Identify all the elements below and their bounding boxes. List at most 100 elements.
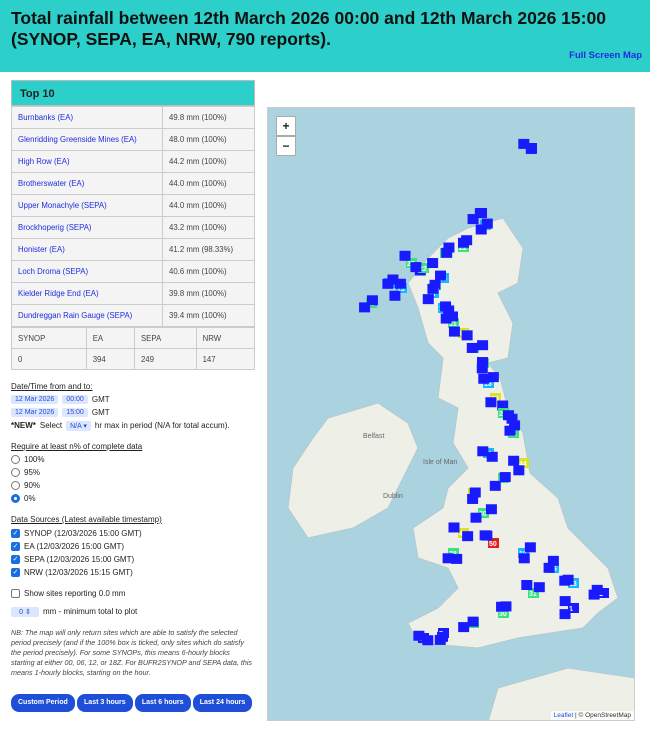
datasource-option[interactable]: ✓ SYNOP (12/03/2026 15:00 GMT) (11, 527, 255, 540)
last-24-hours-button[interactable]: Last 24 hours (192, 694, 253, 712)
rain-marker[interactable] (477, 357, 489, 368)
to-date-input[interactable]: 12 Mar 2026 (11, 408, 59, 417)
rain-marker[interactable] (410, 262, 422, 273)
min-total-input[interactable]: 0 ⇕ (11, 606, 39, 617)
check-icon[interactable]: ✓ (11, 555, 20, 564)
rain-marker[interactable] (467, 616, 479, 627)
leaflet-link[interactable]: Leaflet (554, 712, 574, 719)
rain-marker[interactable] (504, 425, 516, 436)
zoom-in-button[interactable]: + (276, 116, 296, 136)
rain-marker[interactable] (469, 487, 481, 498)
check-icon[interactable]: ✓ (11, 568, 20, 577)
rain-marker[interactable] (462, 531, 474, 542)
rain-marker[interactable] (448, 522, 460, 533)
rain-marker[interactable] (562, 574, 574, 585)
rain-marker[interactable] (447, 311, 459, 322)
site-link[interactable]: Loch Droma (SEPA) (18, 267, 88, 276)
site-link[interactable]: Burnbanks (EA) (18, 113, 73, 122)
rain-marker[interactable] (466, 342, 478, 353)
site-link[interactable]: Glenridding Greenside Mines (EA) (18, 135, 137, 144)
rain-marker[interactable] (442, 553, 454, 564)
rain-marker[interactable] (359, 302, 371, 313)
site-link[interactable]: Dundreggan Rain Gauge (SEPA) (18, 311, 132, 320)
rain-marker[interactable] (389, 290, 401, 301)
max-period-select[interactable]: N/A ▾ (66, 420, 91, 431)
rain-marker[interactable] (496, 601, 508, 612)
new-badge: *NEW* (11, 421, 36, 430)
rain-marker[interactable] (588, 589, 600, 600)
rain-marker[interactable] (521, 580, 533, 591)
source-count: 249 (133, 348, 197, 370)
rain-marker[interactable] (533, 582, 545, 593)
rain-marker[interactable] (508, 455, 520, 466)
from-date-input[interactable]: 12 Mar 2026 (11, 395, 59, 404)
rain-marker[interactable] (435, 270, 447, 281)
check-icon[interactable]: ✓ (11, 542, 20, 551)
site-link[interactable]: Honister (EA) (18, 245, 65, 254)
site-link[interactable]: Brotherswater (EA) (18, 179, 84, 188)
rain-marker[interactable] (477, 446, 489, 457)
rain-marker[interactable] (475, 224, 487, 235)
full-screen-map-link[interactable]: Full Screen Map (569, 50, 642, 61)
rain-marker[interactable] (489, 480, 501, 491)
rain-marker[interactable] (413, 630, 425, 641)
rain-marker[interactable] (441, 247, 453, 258)
rain-marker[interactable] (467, 214, 479, 225)
complete-option[interactable]: 100% (11, 453, 255, 466)
radio-button[interactable] (11, 481, 20, 490)
site-name-cell: Upper Monachyle (SEPA) (11, 194, 163, 217)
rain-marker[interactable] (502, 410, 514, 421)
map-canvas[interactable]: 3910223427221013251517153141342516392331… (268, 108, 635, 721)
rain-marker[interactable] (470, 512, 482, 523)
complete-option[interactable]: 90% (11, 479, 255, 492)
rain-marker[interactable] (518, 138, 530, 149)
last-3-hours-button[interactable]: Last 3 hours (77, 694, 133, 712)
zero-sites-checkbox[interactable] (11, 589, 20, 598)
rain-marker[interactable] (448, 326, 460, 337)
datasource-option[interactable]: ✓ EA (12/03/2026 15:00 GMT) (11, 540, 255, 553)
last-6-hours-button[interactable]: Last 6 hours (134, 694, 191, 712)
complete-label: Require at least n% of complete data (11, 442, 143, 451)
rain-marker[interactable] (524, 542, 536, 553)
rain-marker[interactable] (499, 472, 511, 483)
rain-marker[interactable] (486, 451, 498, 462)
check-icon[interactable]: ✓ (11, 529, 20, 538)
rain-marker[interactable] (461, 330, 473, 341)
rainfall-map[interactable]: 3910223427221013251517153141342516392331… (267, 107, 635, 721)
rain-marker[interactable] (434, 634, 446, 645)
site-link[interactable]: Kielder Ridge End (EA) (18, 289, 99, 298)
site-link[interactable]: High Row (EA) (18, 157, 70, 166)
radio-button[interactable] (11, 455, 20, 464)
rain-marker[interactable] (479, 530, 491, 541)
rain-marker[interactable] (518, 553, 530, 564)
rain-marker[interactable] (399, 250, 411, 261)
rain-marker[interactable] (485, 397, 497, 408)
rain-marker[interactable] (487, 372, 499, 383)
rain-marker[interactable] (458, 622, 470, 633)
custom-period-button[interactable]: Custom Period (11, 694, 75, 712)
rain-marker[interactable] (543, 562, 555, 573)
complete-option[interactable]: 95% (11, 466, 255, 479)
datasource-option[interactable]: ✓ SEPA (12/03/2026 15:00 GMT) (11, 553, 255, 566)
rain-marker[interactable] (513, 465, 525, 476)
from-time-input[interactable]: 00:00 (62, 395, 88, 404)
rain-marker[interactable] (478, 373, 490, 384)
rain-marker[interactable] (427, 258, 439, 269)
radio-button[interactable] (11, 494, 20, 503)
to-time-input[interactable]: 15:00 (62, 408, 88, 417)
site-link[interactable]: Upper Monachyle (SEPA) (18, 201, 107, 210)
site-value-cell: 41.2 mm (98.33%) (162, 238, 255, 261)
rain-marker[interactable] (422, 294, 434, 305)
rain-marker[interactable] (477, 340, 489, 351)
datasource-option[interactable]: ✓ NRW (12/03/2026 15:15 GMT) (11, 566, 255, 579)
rain-marker[interactable] (559, 609, 571, 620)
rain-marker[interactable] (394, 278, 406, 289)
rain-marker[interactable] (485, 504, 497, 515)
zoom-out-button[interactable]: − (276, 136, 296, 156)
radio-button[interactable] (11, 468, 20, 477)
rain-marker[interactable] (427, 283, 439, 294)
rain-marker[interactable] (457, 237, 469, 248)
rain-marker[interactable] (559, 596, 571, 607)
complete-option[interactable]: 0% (11, 492, 255, 505)
site-link[interactable]: Brockhoperig (SEPA) (18, 223, 92, 232)
